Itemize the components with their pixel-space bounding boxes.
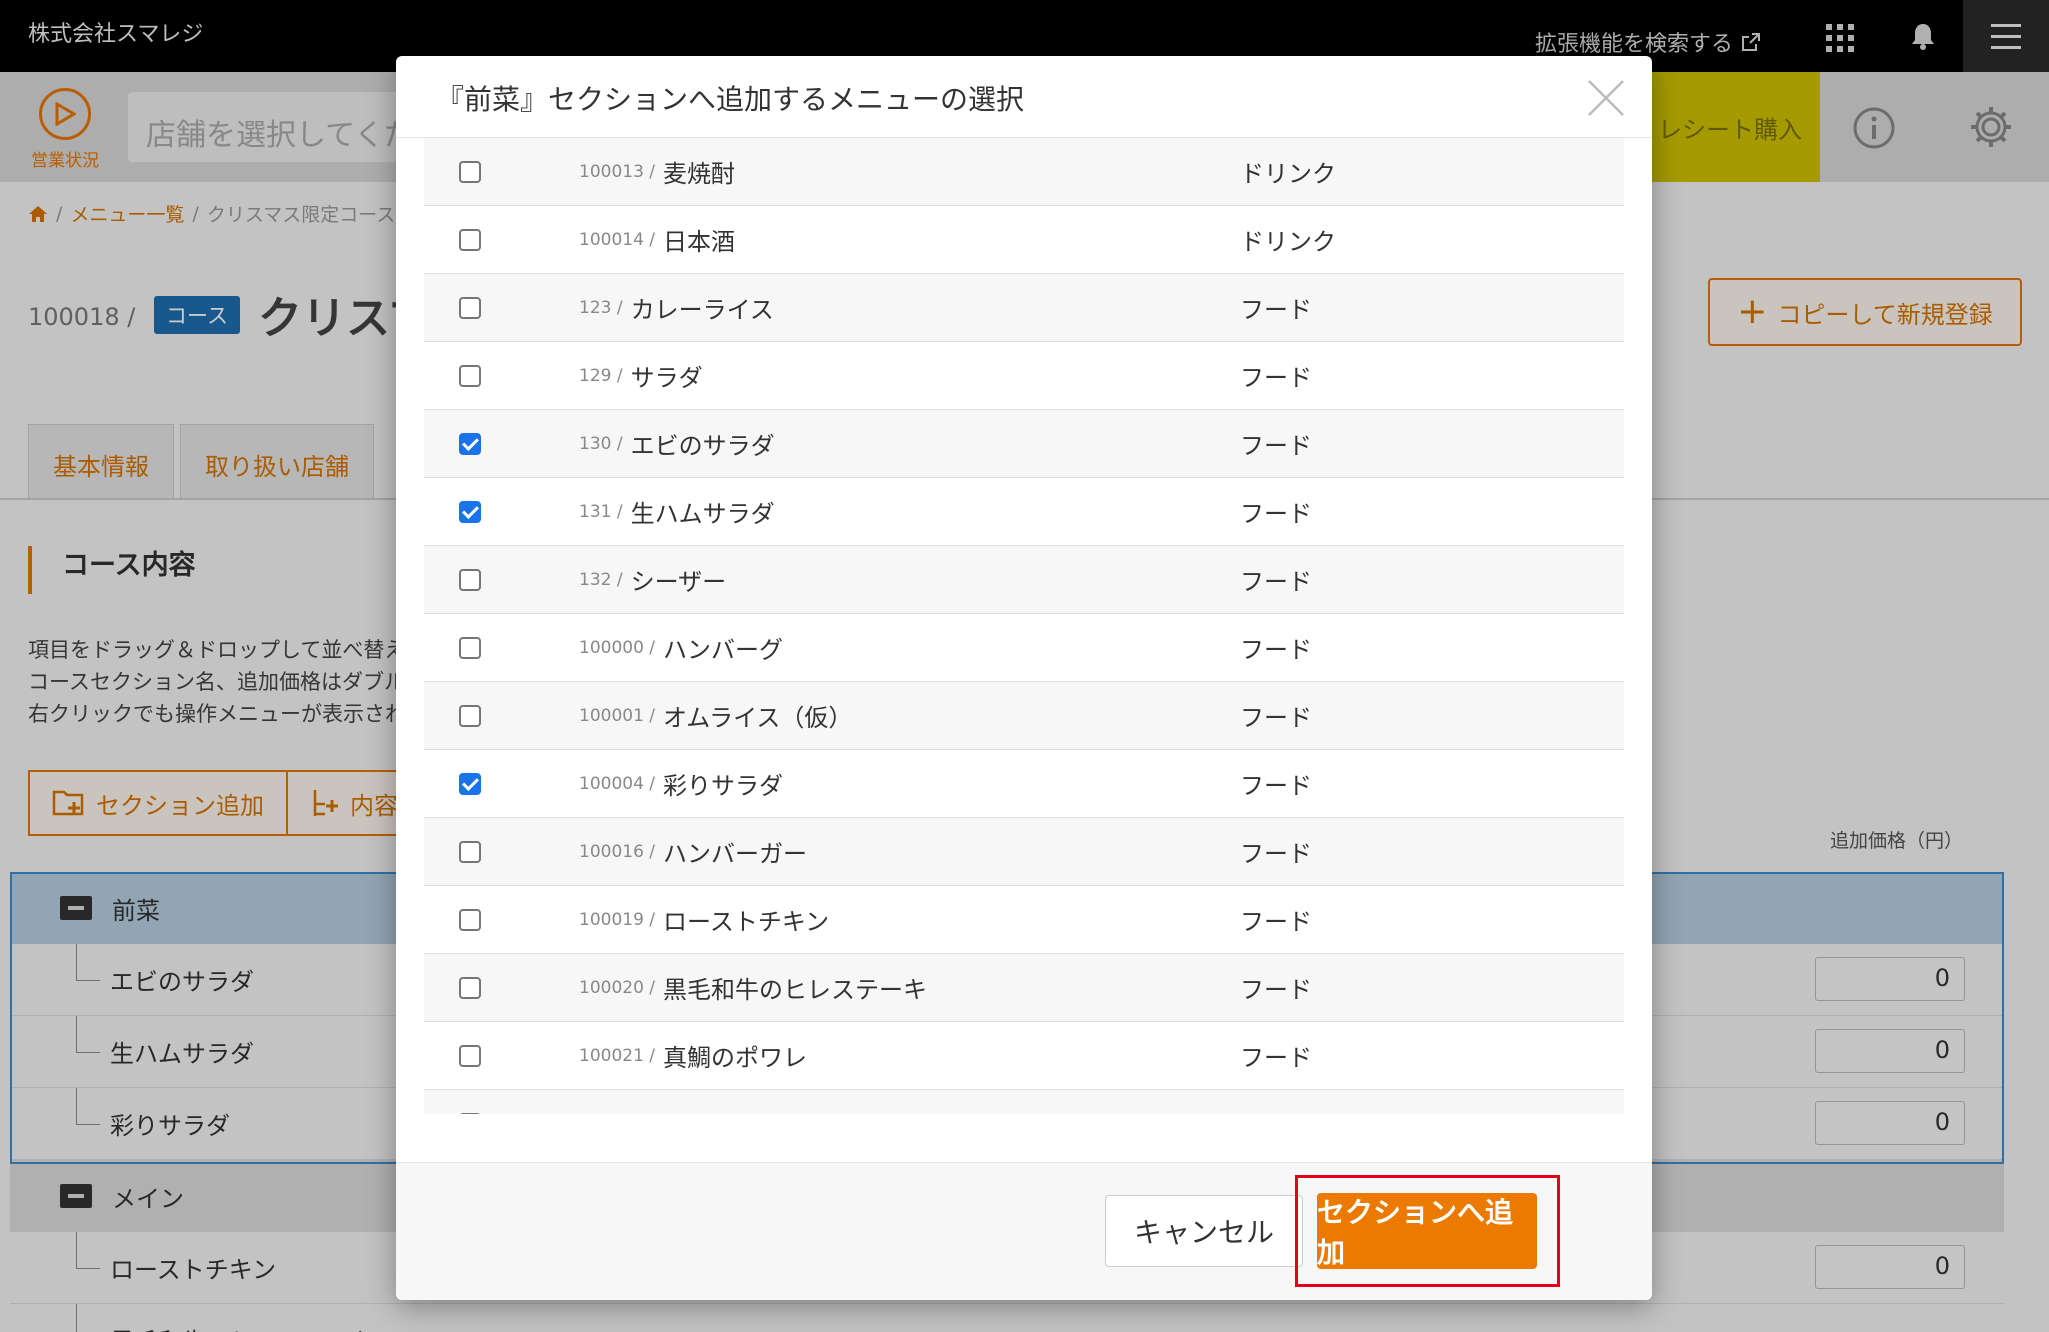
menu-category: フード (1240, 1044, 1312, 1072)
menu-checkbox[interactable] (459, 772, 481, 795)
menu-checkbox[interactable] (459, 976, 481, 999)
menu-code: 100014 / (579, 229, 656, 250)
close-icon[interactable] (1586, 78, 1626, 118)
menu-category: メイン (1240, 1106, 1312, 1114)
menu-row[interactable]: 100014 / 日本酒 ドリンク (424, 206, 1624, 274)
menu-name: ピザ (587, 1106, 635, 1114)
menu-checkbox[interactable] (459, 568, 481, 591)
menu-category: フード (1240, 704, 1312, 732)
menu-category: フード (1240, 296, 1312, 324)
menu-code: 131 / (579, 501, 623, 522)
menu-code: 129 / (579, 365, 623, 386)
menu-name: ハンバーガー (663, 840, 808, 868)
menu-name: エビのサラダ (630, 432, 775, 460)
menu-category: フード (1240, 772, 1312, 800)
menu-row[interactable]: 100001 / オムライス（仮） フード (424, 682, 1624, 750)
menu-category: フード (1240, 568, 1312, 596)
menu-name: 生ハムサラダ (630, 500, 775, 528)
menu-row[interactable]: ピザ メイン (424, 1090, 1624, 1114)
menu-code: 100013 / (579, 161, 656, 182)
menu-code: 100019 / (579, 909, 656, 930)
menu-category: フード (1240, 908, 1312, 936)
menu-checkbox[interactable] (459, 704, 481, 727)
menu-code: 100020 / (579, 977, 656, 998)
menu-row[interactable]: 130 / エビのサラダ フード (424, 410, 1624, 478)
add-to-section-button[interactable]: セクションへ追加 (1317, 1193, 1537, 1269)
menu-name: 麦焼酎 (663, 160, 736, 188)
menu-checkbox[interactable] (459, 432, 481, 455)
menu-row[interactable]: 100004 / 彩りサラダ フード (424, 750, 1624, 818)
menu-checkbox[interactable] (459, 364, 481, 387)
menu-checkbox[interactable] (459, 840, 481, 863)
cancel-button[interactable]: キャンセル (1105, 1195, 1303, 1267)
menu-code: 100000 / (579, 637, 656, 658)
menu-row[interactable]: 100019 / ローストチキン フード (424, 886, 1624, 954)
menu-name: 日本酒 (663, 228, 736, 256)
menu-row[interactable]: 131 / 生ハムサラダ フード (424, 478, 1624, 546)
menu-checkbox[interactable] (459, 500, 481, 523)
menu-row[interactable]: 100020 / 黒毛和牛のヒレステーキ フード (424, 954, 1624, 1022)
menu-row[interactable]: 123 / カレーライス フード (424, 274, 1624, 342)
modal-footer: キャンセル セクションへ追加 (396, 1162, 1652, 1300)
menu-row[interactable]: 129 / サラダ フード (424, 342, 1624, 410)
menu-category: フード (1240, 636, 1312, 664)
menu-code: 100016 / (579, 841, 656, 862)
menu-code: 100001 / (579, 705, 656, 726)
menu-category: フード (1240, 500, 1312, 528)
menu-category: ドリンク (1240, 160, 1336, 188)
menu-checkbox[interactable] (459, 908, 481, 931)
menu-checkbox[interactable] (459, 1112, 481, 1114)
menu-code: 130 / (579, 433, 623, 454)
menu-checkbox[interactable] (459, 228, 481, 251)
menu-checkbox[interactable] (459, 296, 481, 319)
menu-name: ローストチキン (663, 908, 830, 936)
menu-name: 真鯛のポワレ (663, 1044, 808, 1072)
menu-category: ドリンク (1240, 228, 1336, 256)
modal-title: 『前菜』セクションへ追加するメニューの選択 (436, 83, 1025, 116)
menu-name: カレーライス (630, 296, 774, 324)
menu-row[interactable]: 100021 / 真鯛のポワレ フード (424, 1022, 1624, 1090)
menu-checkbox[interactable] (459, 1044, 481, 1067)
menu-code: 100021 / (579, 1045, 656, 1066)
menu-row[interactable]: 100013 / 麦焼酎 ドリンク (424, 138, 1624, 206)
menu-code: 123 / (579, 297, 623, 318)
menu-name: サラダ (630, 364, 703, 392)
menu-row[interactable]: 100016 / ハンバーガー フード (424, 818, 1624, 886)
menu-name: シーザー (630, 568, 727, 596)
menu-name: 黒毛和牛のヒレステーキ (663, 976, 928, 1004)
menu-row[interactable]: 100000 / ハンバーグ フード (424, 614, 1624, 682)
menu-category: フード (1240, 364, 1312, 392)
modal-header: 『前菜』セクションへ追加するメニューの選択 (396, 56, 1652, 138)
menu-code: 100004 / (579, 773, 656, 794)
menu-row[interactable]: 132 / シーザー フード (424, 546, 1624, 614)
menu-category: フード (1240, 432, 1312, 460)
menu-name: オムライス（仮） (663, 704, 853, 732)
menu-code: 132 / (579, 569, 623, 590)
menu-name: ハンバーグ (663, 636, 784, 664)
menu-category: フード (1240, 976, 1312, 1004)
menu-checkbox[interactable] (459, 636, 481, 659)
menu-checkbox[interactable] (459, 160, 481, 183)
menu-select-modal: 『前菜』セクションへ追加するメニューの選択 100013 /麦焼酎 ドリンク 100… (396, 56, 1652, 1300)
menu-category: フード (1240, 840, 1312, 868)
menu-name: 彩りサラダ (663, 772, 784, 800)
menu-list[interactable]: 100013 /麦焼酎 ドリンク 100014 /日本酒 ドリンク 123 /カレーライ… (424, 138, 1624, 1114)
